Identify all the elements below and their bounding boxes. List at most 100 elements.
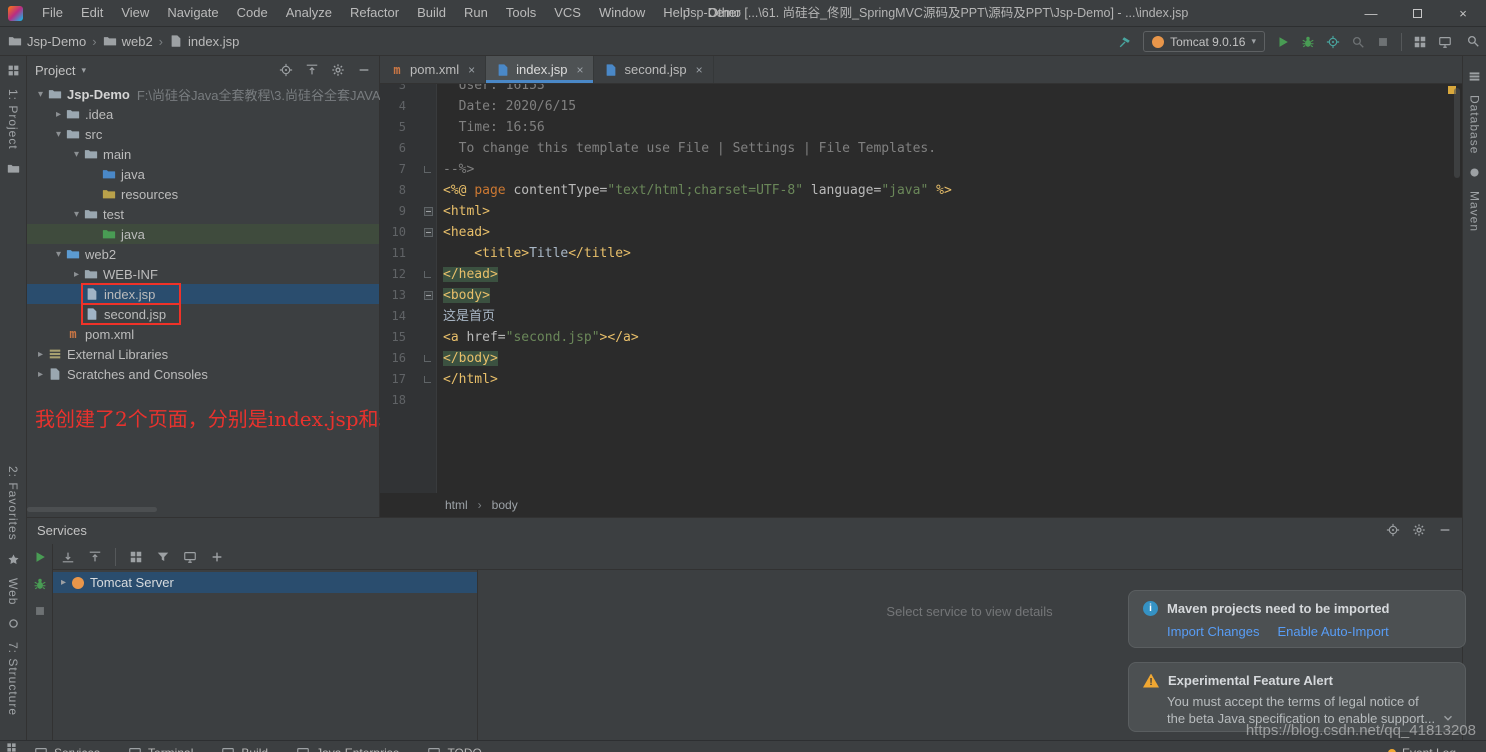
debug-icon[interactable]: [1301, 35, 1315, 49]
code-line-10[interactable]: 10<head>: [380, 222, 1462, 243]
import-changes-link[interactable]: Import Changes: [1167, 624, 1260, 639]
hide-icon[interactable]: [1438, 523, 1452, 537]
project-panel-title[interactable]: Project: [35, 63, 75, 78]
maximize-button[interactable]: [1394, 0, 1440, 27]
chevron-right-icon[interactable]: ▸: [61, 577, 66, 588]
search-icon[interactable]: [1466, 34, 1480, 48]
code-line-14[interactable]: 14这是首页: [380, 306, 1462, 327]
fold-marker-icon[interactable]: [424, 166, 431, 173]
tree-item-java[interactable]: java: [27, 224, 379, 244]
collapse-all-icon[interactable]: [88, 550, 102, 564]
stop-icon[interactable]: [33, 604, 47, 618]
chevron-down-icon[interactable]: ▾: [69, 209, 84, 220]
chevron-right-icon[interactable]: ▸: [33, 369, 48, 380]
code-line-18[interactable]: 18: [380, 390, 1462, 411]
monitor-icon[interactable]: [1438, 35, 1452, 49]
menu-navigate[interactable]: Navigate: [158, 0, 227, 26]
add-icon[interactable]: [210, 550, 224, 564]
statusbar-tab-java-enterprise[interactable]: Java Enterprise: [296, 746, 399, 752]
chevron-down-icon[interactable]: ▾: [69, 149, 84, 160]
frame-icon[interactable]: [183, 550, 197, 564]
chevron-right-icon[interactable]: ▸: [33, 349, 48, 360]
fold-marker-icon[interactable]: [424, 291, 433, 300]
code-line-11[interactable]: 11 <title>Title</title>: [380, 243, 1462, 264]
chevron-down-icon[interactable]: ▾: [51, 129, 66, 140]
close-button[interactable]: ×: [1440, 0, 1486, 27]
menu-edit[interactable]: Edit: [72, 0, 112, 26]
tree-item-test[interactable]: ▾test: [27, 204, 379, 224]
tool-window-button-7-structure[interactable]: 7: Structure: [6, 642, 20, 716]
panel-splitter[interactable]: [477, 570, 478, 740]
tree-item-index-jsp[interactable]: index.jsp: [27, 284, 379, 304]
tomcat-server-item[interactable]: ▸ Tomcat Server: [53, 572, 477, 593]
chevron-down-icon[interactable]: ▾: [33, 89, 48, 100]
gear-icon[interactable]: [1412, 523, 1426, 537]
code-line-15[interactable]: 15<a href="second.jsp"></a>: [380, 327, 1462, 348]
locate-icon[interactable]: [1386, 523, 1400, 537]
run-icon[interactable]: [33, 550, 47, 564]
breadcrumb-item-index.jsp[interactable]: index.jsp: [169, 34, 239, 49]
close-tab-icon[interactable]: ×: [468, 63, 475, 77]
fold-marker-icon[interactable]: [424, 271, 431, 278]
tree-item-web-inf[interactable]: ▸WEB-INF: [27, 264, 379, 284]
chevron-right-icon[interactable]: ▸: [69, 269, 84, 280]
debug-icon[interactable]: [33, 577, 47, 591]
minimize-button[interactable]: —: [1348, 0, 1394, 27]
tree-item-main[interactable]: ▾main: [27, 144, 379, 164]
tree-item--idea[interactable]: ▸.idea: [27, 104, 379, 124]
menu-file[interactable]: File: [33, 0, 72, 26]
breadcrumb-html[interactable]: html: [445, 498, 468, 512]
code-line-5[interactable]: 5 Time: 16:56: [380, 117, 1462, 138]
code-line-4[interactable]: 4 Date: 2020/6/15: [380, 96, 1462, 117]
breadcrumb-body[interactable]: body: [492, 498, 518, 512]
code-line-9[interactable]: 9<html>: [380, 201, 1462, 222]
code-line-6[interactable]: 6 To change this template use File | Set…: [380, 138, 1462, 159]
code-line-8[interactable]: 8<%@ page contentType="text/html;charset…: [380, 180, 1462, 201]
notification-maven[interactable]: i Maven projects need to be imported Imp…: [1128, 590, 1466, 648]
fold-marker-icon[interactable]: [424, 207, 433, 216]
menu-build[interactable]: Build: [408, 0, 455, 26]
tree-item-jsp-demo[interactable]: ▾Jsp-DemoF:\尚硅谷Java全套教程\3.尚硅谷全套JAVA教程-: [27, 84, 379, 104]
tab-index-jsp[interactable]: index.jsp×: [486, 56, 594, 83]
code-line-17[interactable]: 17</html>: [380, 369, 1462, 390]
menu-view[interactable]: View: [112, 0, 158, 26]
tree-item-external-libraries[interactable]: ▸External Libraries: [27, 344, 379, 364]
menu-code[interactable]: Code: [228, 0, 277, 26]
menu-tools[interactable]: Tools: [497, 0, 545, 26]
tool-window-button-maven[interactable]: Maven: [1468, 191, 1482, 232]
locate-icon[interactable]: [279, 63, 293, 77]
breadcrumb-item-web2[interactable]: web2: [103, 34, 153, 49]
expand-all-icon[interactable]: [61, 550, 75, 564]
chevron-down-icon[interactable]: ▾: [51, 249, 66, 260]
tree-item-second-jsp[interactable]: second.jsp: [27, 304, 379, 324]
chevron-right-icon[interactable]: ▸: [51, 109, 66, 120]
enable-auto-import-link[interactable]: Enable Auto-Import: [1278, 624, 1389, 639]
event-log-button[interactable]: Event Log: [1388, 746, 1456, 752]
statusbar-tab-todo[interactable]: TODO: [427, 746, 481, 752]
close-tab-icon[interactable]: ×: [696, 63, 703, 77]
statusbar-tab-terminal[interactable]: Terminal: [128, 746, 193, 752]
run-icon[interactable]: [1276, 35, 1290, 49]
hide-icon[interactable]: [357, 63, 371, 77]
menu-analyze[interactable]: Analyze: [277, 0, 341, 26]
code-area[interactable]: 3 User: 161534 Date: 2020/6/155 Time: 16…: [380, 84, 1462, 493]
tree-item-resources[interactable]: resources: [27, 184, 379, 204]
tool-window-button-web[interactable]: Web: [6, 578, 20, 605]
menu-vcs[interactable]: VCS: [545, 0, 590, 26]
menu-window[interactable]: Window: [590, 0, 654, 26]
menu-refactor[interactable]: Refactor: [341, 0, 408, 26]
group-by-icon[interactable]: [129, 550, 143, 564]
tool-window-switcher-icon[interactable]: [6, 742, 17, 752]
code-line-3[interactable]: 3 User: 16153: [380, 84, 1462, 96]
code-line-7[interactable]: 7--%>: [380, 159, 1462, 180]
coverage-icon[interactable]: [1326, 35, 1340, 49]
code-line-12[interactable]: 12</head>: [380, 264, 1462, 285]
tree-item-src[interactable]: ▾src: [27, 124, 379, 144]
grid-icon[interactable]: [1413, 35, 1427, 49]
tool-window-button-1-project[interactable]: 1: Project: [6, 89, 20, 150]
close-tab-icon[interactable]: ×: [576, 63, 583, 77]
statusbar-tab-services[interactable]: Services: [34, 746, 100, 752]
tool-window-button-database[interactable]: Database: [1468, 95, 1482, 154]
fold-marker-icon[interactable]: [424, 376, 431, 383]
menu-run[interactable]: Run: [455, 0, 497, 26]
